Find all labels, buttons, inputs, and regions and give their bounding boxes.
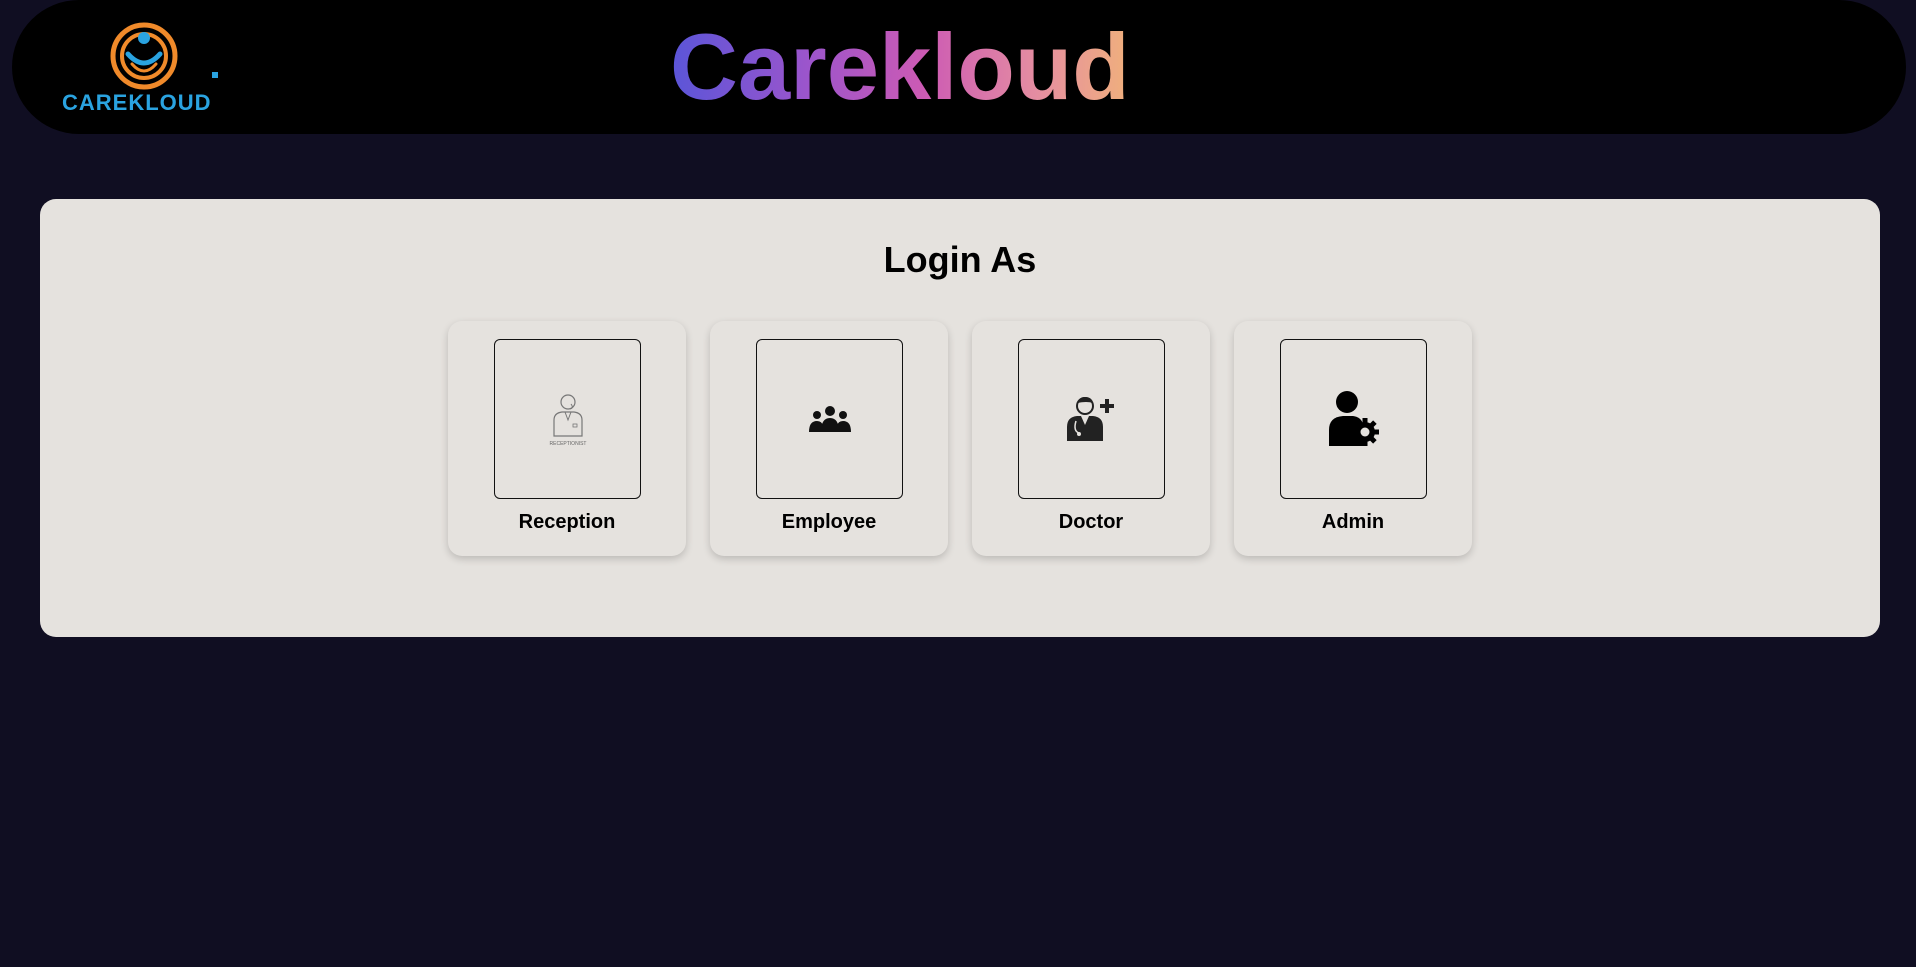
carekloud-logo[interactable]: CAREKLOUD (62, 20, 226, 116)
role-cards: RECEPTIONIST Reception Employee Doctor A… (448, 321, 1472, 556)
brand-title: Carekloud (670, 12, 1130, 122)
role-label-doctor: Doctor (1058, 511, 1124, 533)
admin-gear-icon (1328, 391, 1379, 446)
role-image-frame (756, 339, 903, 499)
role-label-admin: Admin (1321, 511, 1385, 533)
logo-emblem-icon (110, 22, 218, 90)
login-as-heading: Login As (883, 239, 1037, 280)
role-card-admin[interactable]: Admin (1234, 321, 1472, 556)
role-label-reception: Reception (518, 511, 616, 533)
role-image-frame (1018, 339, 1165, 499)
role-label-employee: Employee (781, 511, 877, 533)
employees-group-icon (808, 406, 851, 432)
role-image-frame: RECEPTIONIST (494, 339, 641, 499)
role-card-employee[interactable]: Employee (710, 321, 948, 556)
top-header: CAREKLOUD Carekloud (12, 0, 1906, 134)
receptionist-caption: RECEPTIONIST (549, 441, 586, 447)
receptionist-icon: RECEPTIONIST (549, 394, 586, 447)
role-card-reception[interactable]: RECEPTIONIST Reception (448, 321, 686, 556)
role-card-doctor[interactable]: Doctor (972, 321, 1210, 556)
doctor-add-icon (1066, 397, 1114, 441)
login-panel: Login As RECEPTIONIST Reception Employee… (40, 199, 1880, 637)
logo-wordmark: CAREKLOUD (62, 90, 212, 115)
role-image-frame (1280, 339, 1427, 499)
